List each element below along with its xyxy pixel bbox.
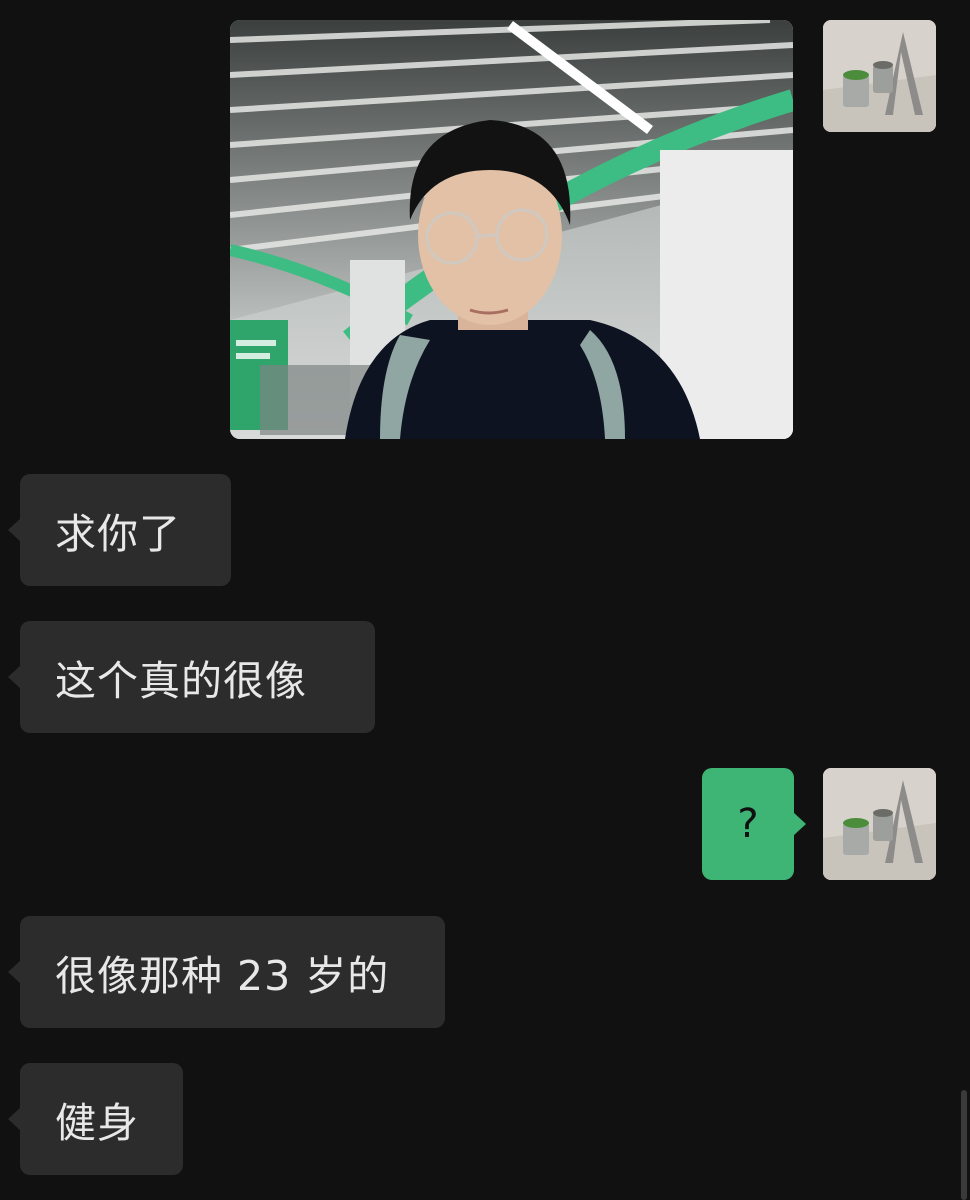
incoming-message-bubble[interactable]: 健身 [8,1063,183,1175]
message-text: 这个真的很像 [55,657,307,705]
image-message[interactable] [230,20,793,439]
incoming-message-bubble[interactable]: 这个真的很像 [8,621,375,733]
avatar-icon [823,20,936,132]
selfie-photo [230,20,793,439]
self-avatar[interactable] [823,20,936,132]
avatar-icon [823,768,936,880]
message-text: 健身 [55,1099,139,1147]
scroll-thumb[interactable] [961,1090,967,1200]
self-avatar[interactable] [823,768,936,880]
outgoing-message-bubble[interactable]: ? [702,768,806,880]
message-text: ? [737,801,759,847]
message-text: 求你了 [55,510,181,558]
incoming-message-bubble[interactable]: 求你了 [8,474,231,586]
message-text: 很像那种 23 岁的 [55,952,390,1000]
incoming-message-bubble[interactable]: 很像那种 23 岁的 [8,916,445,1028]
